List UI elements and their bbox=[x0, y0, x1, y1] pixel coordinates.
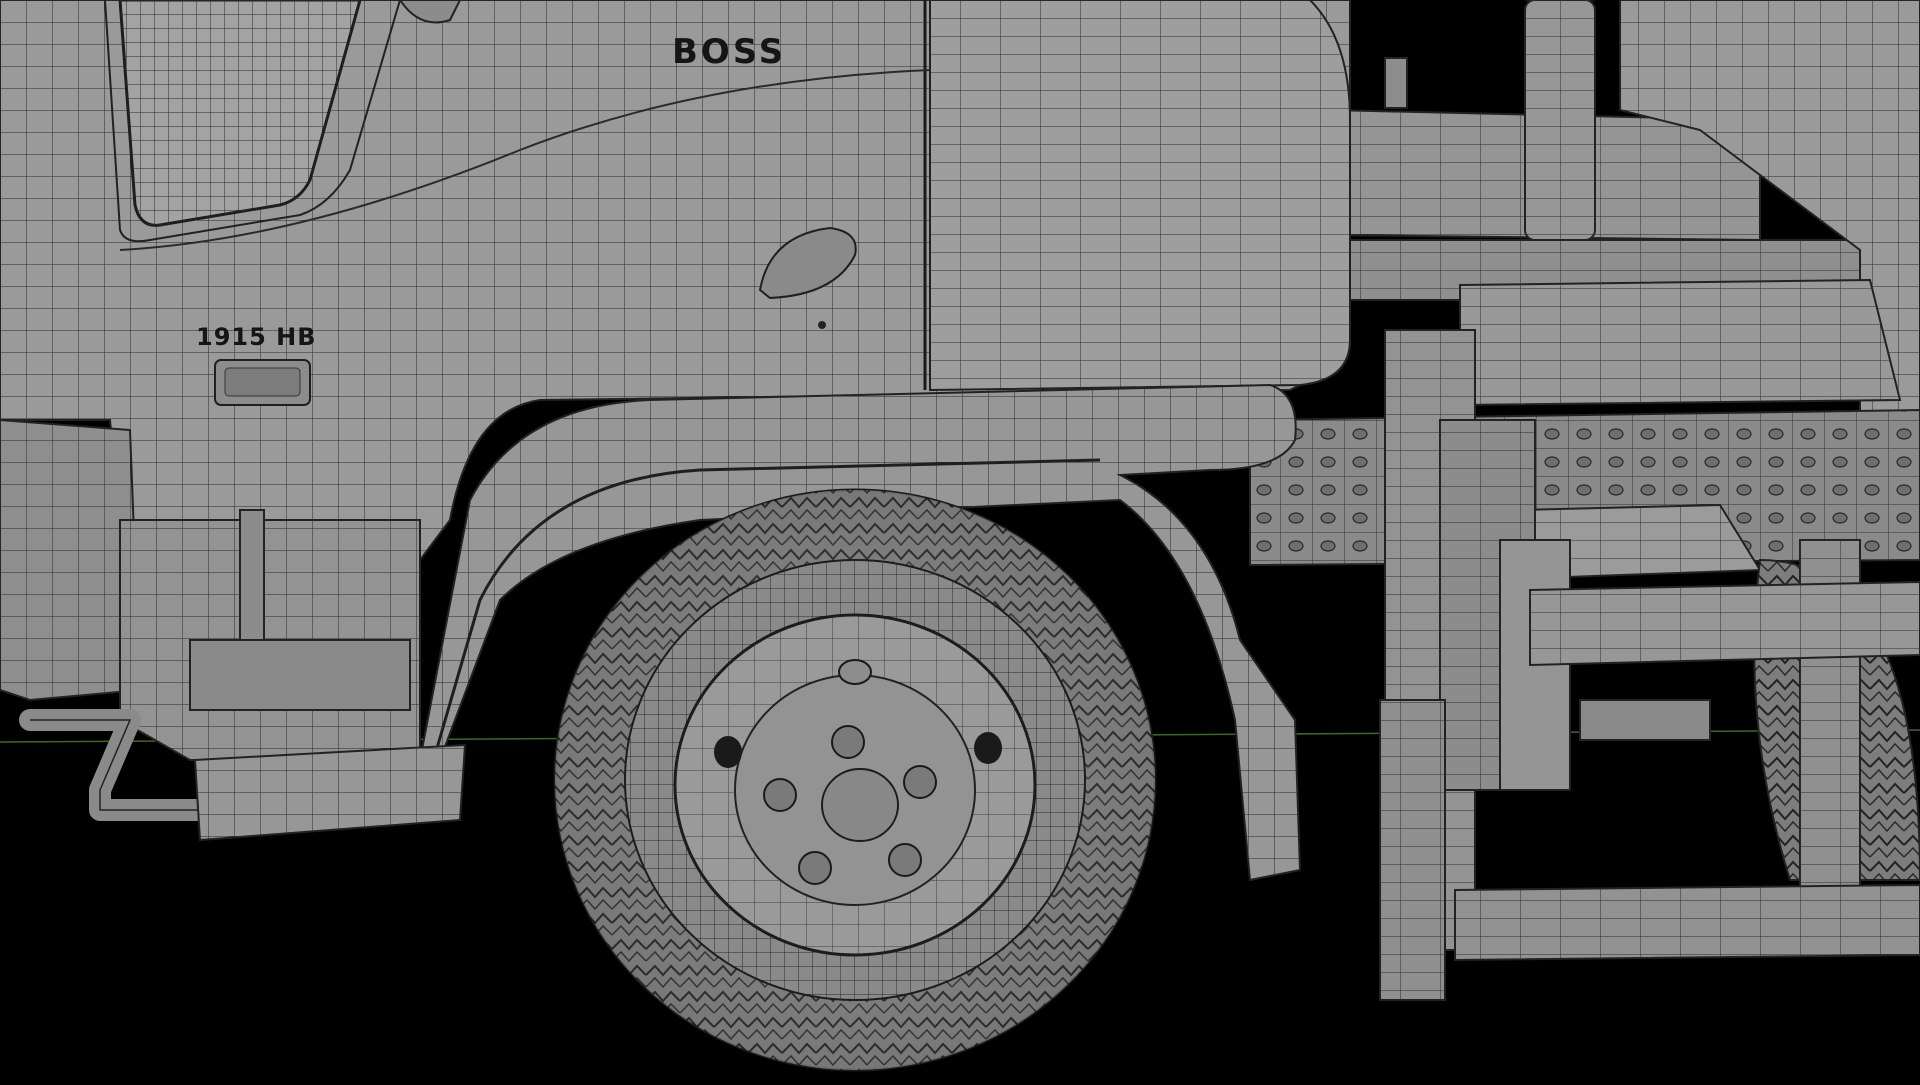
3d-viewport[interactable]: BOSS 1915 HB bbox=[0, 0, 1920, 1080]
brand-badge: BOSS bbox=[672, 32, 786, 72]
model-badge: 1915 HB bbox=[196, 323, 317, 351]
front-wheel bbox=[553, 488, 1157, 1072]
truck-wireframe-render: BOSS 1915 HB bbox=[0, 0, 1920, 1080]
